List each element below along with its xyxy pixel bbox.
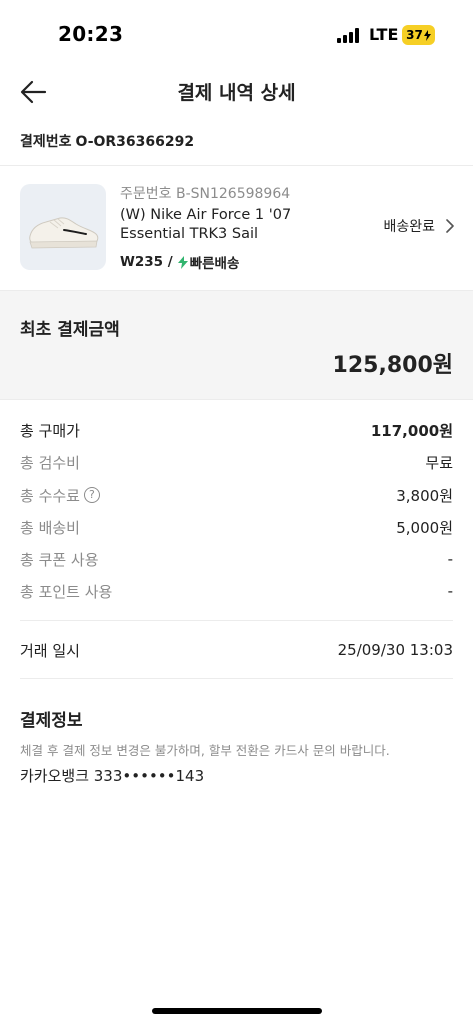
breakdown-label: 총 구매가 [20, 421, 80, 440]
status-bar: 20:23 LTE 37 [0, 0, 473, 70]
shipping-type: 빠른배송 [189, 256, 240, 272]
breakdown-value: 3,800원 [396, 486, 453, 505]
total-payment-amount: 125,800원 [332, 353, 453, 378]
product-name-line2: Essential TRK3 Sail [120, 226, 259, 242]
breakdown-row-shipping: 총 배송비 5,000원 [20, 515, 453, 539]
breakdown-row-coupon: 총 쿠폰 사용 - [20, 547, 453, 571]
order-number: 주문번호 B-SN126598964 [120, 186, 291, 202]
network-label: LTE [369, 25, 399, 44]
divider [20, 678, 453, 679]
payment-number-label: 결제번호 [20, 134, 72, 150]
product-thumbnail [20, 184, 106, 270]
transaction-date-value: 25/09/30 13:03 [337, 641, 453, 659]
breakdown-label: 총 수수료 [20, 486, 80, 505]
breakdown-value: - [447, 550, 453, 568]
total-payment-label: 최초 결제금액 [20, 320, 120, 340]
product-name-line1: (W) Nike Air Force 1 '07 [120, 207, 292, 223]
breakdown-value: 무료 [425, 453, 453, 472]
breakdown-label: 총 배송비 [20, 518, 80, 537]
status-time: 20:23 [58, 22, 124, 46]
help-circle-icon[interactable]: ? [83, 487, 100, 503]
sneaker-image [29, 217, 99, 249]
payment-number: 결제번호 O-OR36366292 [20, 131, 194, 151]
payment-info-title: 결제정보 [20, 711, 83, 731]
delivery-status: 배송완료 [383, 219, 435, 235]
home-indicator[interactable] [152, 1008, 322, 1014]
breakdown-row-purchase: 총 구매가 117,000원 [20, 418, 453, 442]
breakdown-row-inspection: 총 검수비 무료 [20, 450, 453, 474]
chevron-right-icon [446, 219, 454, 233]
transaction-date-row: 거래 일시 25/09/30 13:03 [20, 638, 453, 662]
breakdown-row-points: 총 포인트 사용 - [20, 579, 453, 603]
product-item[interactable]: 주문번호 B-SN126598964 (W) Nike Air Force 1 … [0, 166, 473, 289]
header: 결제 내역 상세 [0, 70, 473, 114]
transaction-date-label: 거래 일시 [20, 641, 80, 660]
total-payment-section: 최초 결제금액 125,800원 [0, 290, 473, 400]
product-size: W235 / [120, 254, 173, 270]
battery-icon: 37 [402, 25, 435, 45]
payment-info-notice: 체결 후 결제 정보 변경은 불가하며, 할부 전환은 카드사 문의 바랍니다. [20, 743, 390, 758]
breakdown-label: 총 검수비 [20, 453, 80, 472]
payment-card-info: 카카오뱅크 333••••••143 [20, 767, 205, 785]
product-name: (W) Nike Air Force 1 '07 Essential TRK3 … [120, 206, 360, 244]
breakdown-label: 총 포인트 사용 [20, 582, 113, 601]
page-title: 결제 내역 상세 [177, 82, 296, 104]
breakdown-label-wrap: 총 수수료 ? [20, 485, 100, 506]
divider [20, 620, 453, 621]
signal-icon [337, 28, 361, 43]
breakdown-value: 117,000원 [370, 421, 453, 440]
battery-level: 37 [406, 28, 423, 42]
breakdown-label: 총 쿠폰 사용 [20, 550, 99, 569]
payment-number-value: O-OR36366292 [75, 134, 195, 150]
breakdown-value: 5,000원 [396, 518, 453, 537]
payment-detail-screen: 20:23 LTE 37 결제 내역 상세 결제번호O-OR36366292 [0, 0, 473, 1024]
breakdown-row-fee: 총 수수료 ? 3,800원 [20, 483, 453, 507]
breakdown-value: - [447, 582, 453, 600]
size-shipping: W235 / 빠른배송 [120, 252, 239, 272]
lightning-icon [177, 255, 188, 269]
